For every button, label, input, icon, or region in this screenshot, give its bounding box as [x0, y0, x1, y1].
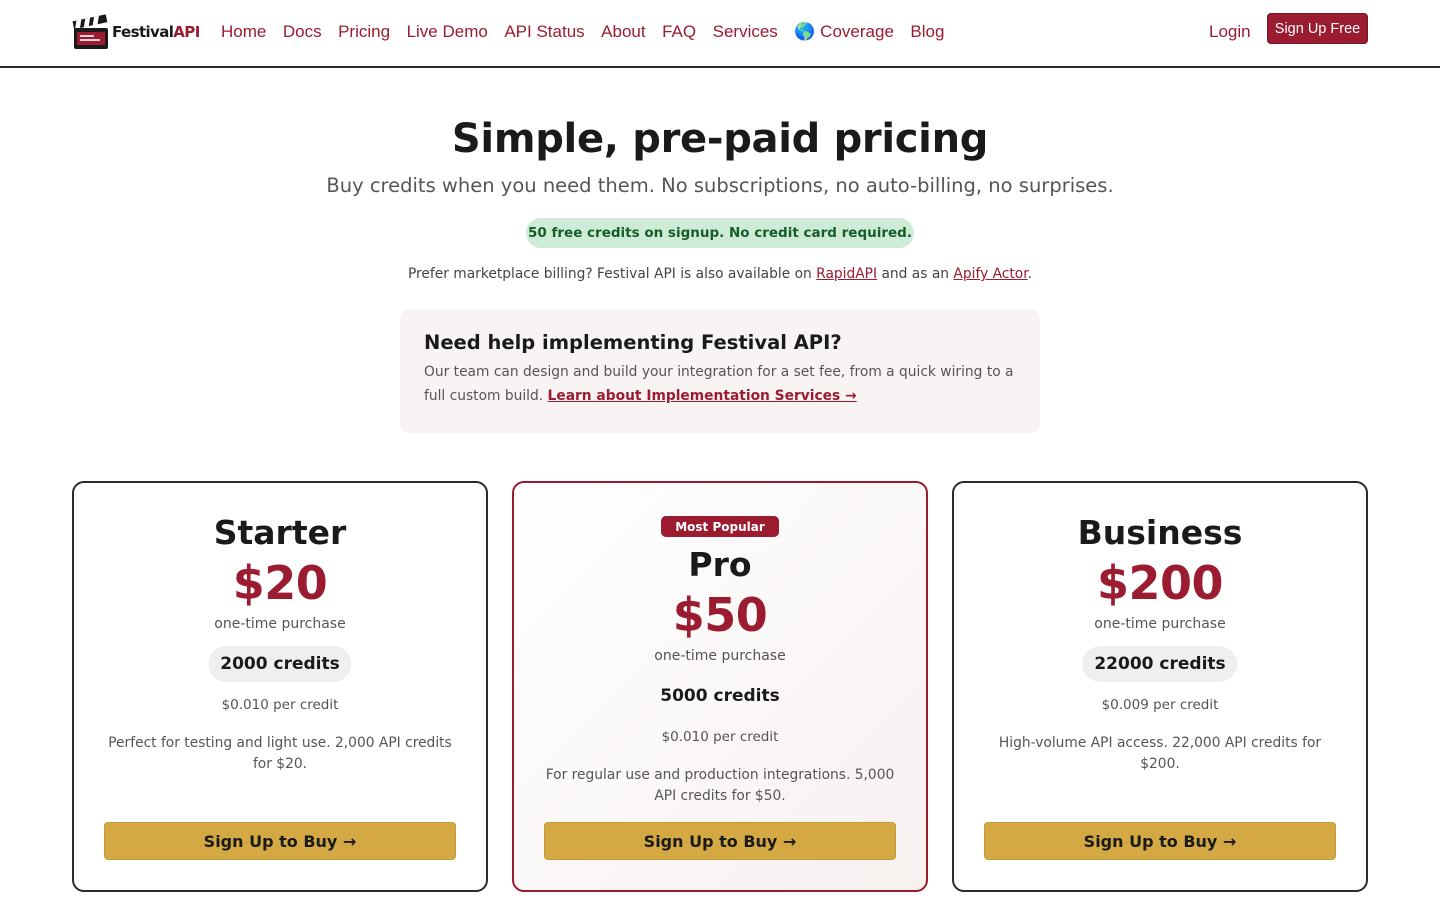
rapidapi-link[interactable]: RapidAPI — [816, 266, 877, 282]
page-title: Simple, pre-paid pricing — [451, 116, 989, 162]
plan-description: High-volume API access. 22,000 API credi… — [998, 735, 1322, 772]
page-subtitle: Buy credits when you need them. No subsc… — [326, 174, 1114, 197]
plan-card-business: Business $200 one-time purchase 22000 cr… — [952, 481, 1368, 892]
nav-about[interactable]: About — [601, 22, 645, 42]
implementation-help-box: Need help implementing Festival API? Our… — [400, 309, 1040, 433]
logo-link[interactable]: FestivalAPI — [72, 14, 200, 50]
plan-description: Perfect for testing and light use. 2,000… — [108, 735, 452, 772]
nav-docs[interactable]: Docs — [283, 22, 322, 42]
apify-actor-link[interactable]: Apify Actor — [953, 266, 1027, 282]
plan-card-starter: Starter $20 one-time purchase 2000 credi… — [72, 481, 488, 892]
nav-pricing[interactable]: Pricing — [338, 22, 390, 42]
free-credits-badge: 50 free credits on signup. No credit car… — [526, 218, 914, 248]
nav-home[interactable]: Home — [221, 22, 266, 42]
help-title: Need help implementing Festival API? — [424, 331, 842, 354]
nav-blog[interactable]: Blog — [910, 22, 944, 42]
plan-name: Business — [1077, 513, 1243, 552]
marketplace-middle: and as an — [877, 266, 954, 282]
marketplace-note: Prefer marketplace billing? Festival API… — [0, 266, 1440, 282]
logo-text: FestivalAPI — [112, 23, 200, 41]
main-nav: Home Docs Pricing Live Demo API Status A… — [221, 22, 961, 42]
plan-price: $50 — [672, 588, 768, 642]
implementation-services-link[interactable]: Learn about Implementation Services → — [548, 388, 857, 404]
site-header: FestivalAPI Home Docs Pricing Live Demo … — [0, 0, 1440, 68]
marketplace-suffix: . — [1027, 266, 1033, 282]
marketplace-prefix: Prefer marketplace billing? Festival API… — [407, 266, 817, 282]
plan-description: For regular use and production integrati… — [545, 767, 895, 804]
buy-button-starter[interactable]: Sign Up to Buy → — [104, 822, 456, 860]
plan-name: Starter — [213, 513, 347, 552]
per-credit-price: $0.010 per credit — [221, 697, 339, 713]
plan-name: Pro — [688, 545, 752, 584]
purchase-type: one-time purchase — [214, 616, 346, 632]
nav-live-demo[interactable]: Live Demo — [407, 22, 488, 42]
nav-coverage[interactable]: 🌎 Coverage — [794, 22, 894, 42]
clapperboard-icon — [72, 14, 108, 49]
credits-pill: 2000 credits — [208, 646, 352, 682]
plan-price: $200 — [1096, 556, 1224, 610]
per-credit-price: $0.010 per credit — [661, 729, 779, 745]
credits-pill: 5000 credits — [660, 686, 780, 706]
login-link[interactable]: Login — [1209, 22, 1251, 42]
buy-button-business[interactable]: Sign Up to Buy → — [984, 822, 1336, 860]
per-credit-price: $0.009 per credit — [1101, 697, 1219, 713]
buy-button-pro[interactable]: Sign Up to Buy → — [544, 822, 896, 860]
nav-faq[interactable]: FAQ — [662, 22, 696, 42]
signup-free-button[interactable]: Sign Up Free — [1267, 13, 1368, 44]
nav-api-status[interactable]: API Status — [504, 22, 584, 42]
credits-pill: 22000 credits — [1082, 646, 1238, 682]
most-popular-badge: Most Popular — [661, 516, 779, 537]
purchase-type: one-time purchase — [654, 648, 786, 664]
plan-price: $20 — [232, 556, 328, 610]
plan-card-pro: Most Popular Pro $50 one-time purchase 5… — [512, 481, 928, 892]
purchase-type: one-time purchase — [1094, 616, 1226, 632]
nav-services[interactable]: Services — [713, 22, 778, 42]
help-body: Our team can design and build your integ… — [424, 360, 1016, 408]
